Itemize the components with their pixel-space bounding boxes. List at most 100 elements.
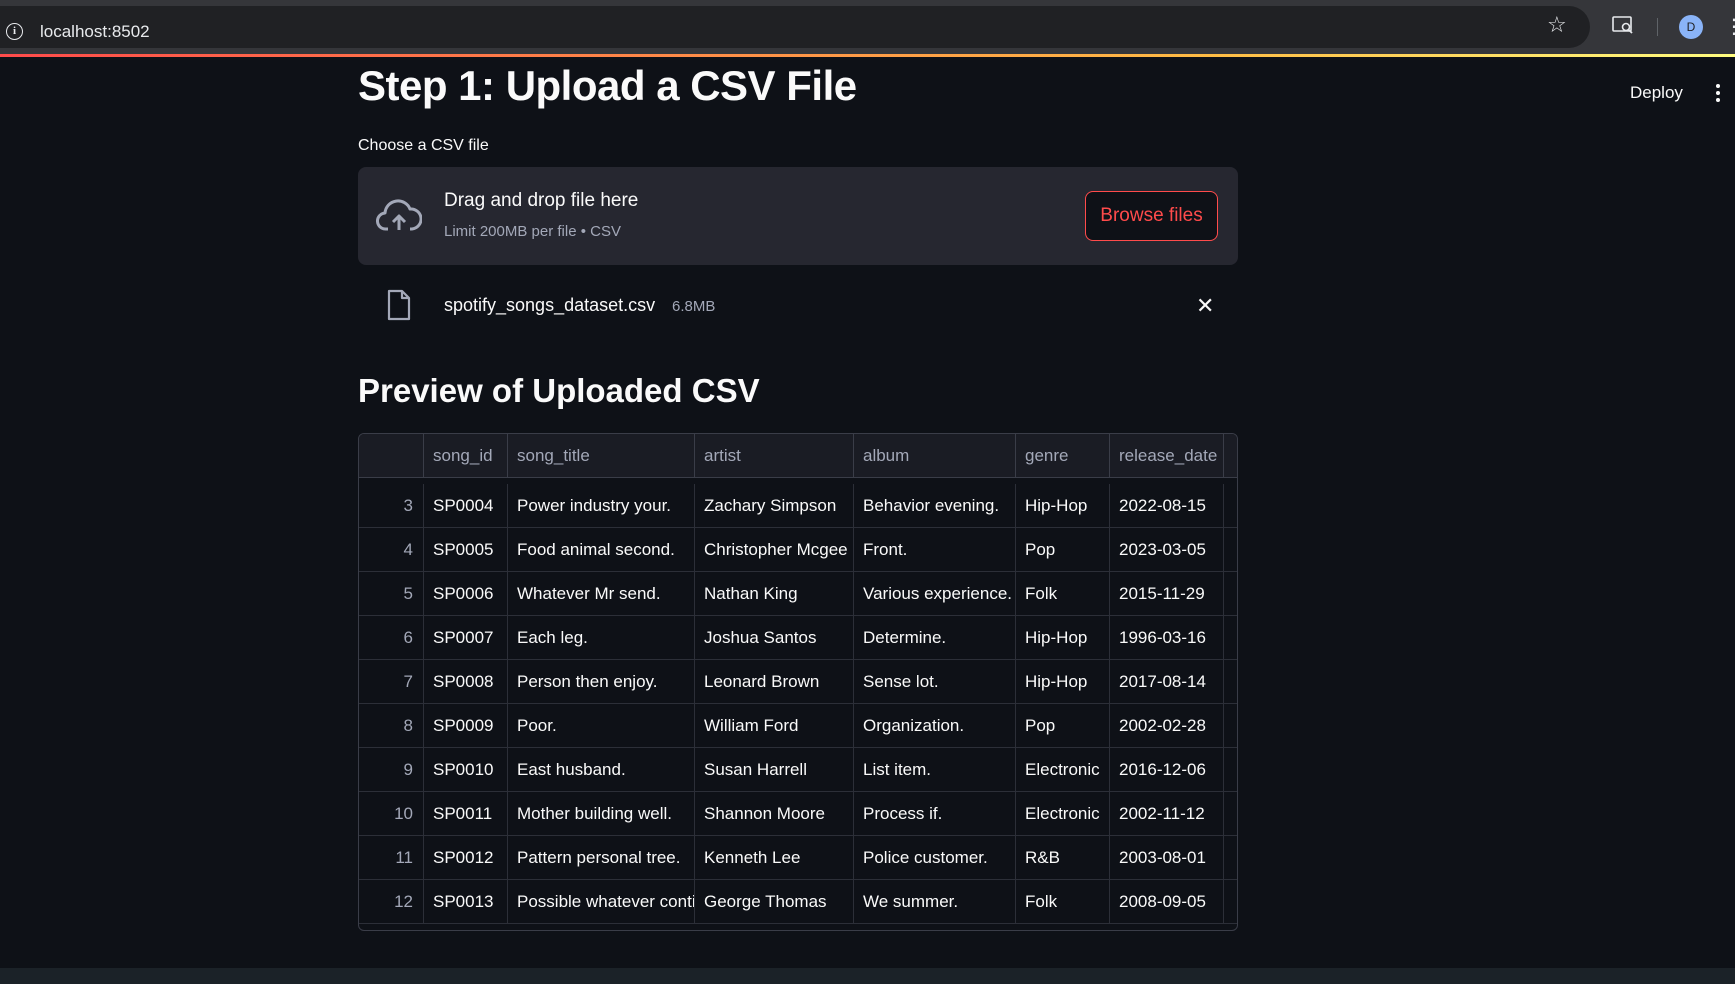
cell-artist[interactable]: Joshua Santos <box>695 616 854 660</box>
cell-genre[interactable]: Pop <box>1016 704 1110 748</box>
cell-album[interactable]: Behavior evening. <box>854 484 1016 528</box>
cell-genre[interactable]: Hip-Hop <box>1016 660 1110 704</box>
cell-artist[interactable]: Nathan King <box>695 572 854 616</box>
cell-genre[interactable]: Electronic <box>1016 748 1110 792</box>
file-dropzone[interactable]: Drag and drop file here Limit 200MB per … <box>358 167 1238 265</box>
cell-release-date[interactable]: 2022-08-15 <box>1110 484 1224 528</box>
cell-album[interactable]: We summer. <box>854 880 1016 924</box>
cell-release-date[interactable]: 2008-09-05 <box>1110 880 1224 924</box>
cell-album[interactable]: Various experience. <box>854 572 1016 616</box>
data-table[interactable]: song_id song_title artist album genre re… <box>358 433 1238 931</box>
cell-index[interactable]: 9 <box>359 748 424 792</box>
url-text[interactable]: localhost:8502 <box>40 22 150 42</box>
column-header-song-id[interactable]: song_id <box>424 434 508 478</box>
cell-release-date[interactable]: 2003-08-01 <box>1110 836 1224 880</box>
profile-avatar[interactable]: D <box>1679 15 1703 39</box>
cell-song-id[interactable]: SP0004 <box>424 484 508 528</box>
cell-song-title[interactable]: Pattern personal tree. <box>508 836 695 880</box>
table-row[interactable]: 4 SP0005 Food animal second. Christopher Mc… <box>359 528 1237 572</box>
cell-genre[interactable]: Pop <box>1016 528 1110 572</box>
cell-song-title[interactable]: Mother building well. <box>508 792 695 836</box>
cell-song-id[interactable]: SP0009 <box>424 704 508 748</box>
table-row[interactable]: 7 SP0008 Person then enjoy. Leonard Brown Se… <box>359 660 1237 704</box>
column-header-artist[interactable]: artist <box>695 434 854 478</box>
cell-index[interactable]: 10 <box>359 792 424 836</box>
browse-files-button[interactable]: Browse files <box>1085 191 1218 241</box>
table-row[interactable]: 6 SP0007 Each leg. Joshua Santos Determine. H… <box>359 616 1237 660</box>
info-icon[interactable]: i <box>6 23 23 40</box>
close-icon[interactable]: ✕ <box>1196 293 1214 319</box>
table-row[interactable]: 3 SP0004 Power industry your. Zachary Simps… <box>359 484 1237 528</box>
star-icon[interactable]: ☆ <box>1547 12 1567 38</box>
cell-release-date[interactable]: 2002-02-28 <box>1110 704 1224 748</box>
cell-album[interactable]: Sense lot. <box>854 660 1016 704</box>
cell-genre[interactable]: Hip-Hop <box>1016 484 1110 528</box>
cell-artist[interactable]: Susan Harrell <box>695 748 854 792</box>
cell-song-title[interactable]: Power industry your. <box>508 484 695 528</box>
cell-release-date[interactable]: 2015-11-29 <box>1110 572 1224 616</box>
cell-song-id[interactable]: SP0012 <box>424 836 508 880</box>
cell-song-title[interactable]: East husband. <box>508 748 695 792</box>
cell-song-title[interactable]: Poor. <box>508 704 695 748</box>
cell-album[interactable]: Front. <box>854 528 1016 572</box>
cell-album[interactable]: Police customer. <box>854 836 1016 880</box>
cell-genre[interactable]: Folk <box>1016 880 1110 924</box>
cell-index[interactable]: 11 <box>359 836 424 880</box>
cell-song-title[interactable]: Possible whatever contir <box>508 880 695 924</box>
cell-artist[interactable]: Shannon Moore <box>695 792 854 836</box>
cell-release-date[interactable]: 1996-03-16 <box>1110 616 1224 660</box>
cell-song-id[interactable]: SP0007 <box>424 616 508 660</box>
table-row[interactable]: 9 SP0010 East husband. Susan Harrell List it… <box>359 748 1237 792</box>
cell-artist[interactable]: Zachary Simpson <box>695 484 854 528</box>
cell-song-id[interactable]: SP0011 <box>424 792 508 836</box>
cell-song-title[interactable]: Whatever Mr send. <box>508 572 695 616</box>
search-tab-icon[interactable] <box>1612 15 1634 35</box>
deploy-button[interactable]: Deploy <box>1630 83 1683 103</box>
cell-song-title[interactable]: Food animal second. <box>508 528 695 572</box>
table-row[interactable]: 8 SP0009 Poor. William Ford Organization. Pop… <box>359 704 1237 748</box>
cell-release-date[interactable]: 2002-11-12 <box>1110 792 1224 836</box>
cell-release-date[interactable]: 2016-12-06 <box>1110 748 1224 792</box>
cell-song-title[interactable]: Person then enjoy. <box>508 660 695 704</box>
cell-index[interactable]: 5 <box>359 572 424 616</box>
cell-artist[interactable]: William Ford <box>695 704 854 748</box>
cell-artist[interactable]: Christopher Mcgee <box>695 528 854 572</box>
cell-song-id[interactable]: SP0008 <box>424 660 508 704</box>
cell-album[interactable]: Determine. <box>854 616 1016 660</box>
cell-genre[interactable]: Hip-Hop <box>1016 616 1110 660</box>
cell-genre[interactable]: Electronic <box>1016 792 1110 836</box>
cell-song-id[interactable]: SP0006 <box>424 572 508 616</box>
column-header-index[interactable] <box>359 434 424 478</box>
table-row[interactable]: 11 SP0012 Pattern personal tree. Kenneth Le… <box>359 836 1237 880</box>
table-row[interactable]: 5 SP0006 Whatever Mr send. Nathan King Vario… <box>359 572 1237 616</box>
cell-index[interactable]: 6 <box>359 616 424 660</box>
cell-release-date[interactable]: 2023-03-05 <box>1110 528 1224 572</box>
address-bar[interactable]: i localhost:8502 <box>0 6 1590 48</box>
cell-index[interactable]: 12 <box>359 880 424 924</box>
more-menu-icon[interactable]: ⋮ <box>1724 14 1735 39</box>
column-header-genre[interactable]: genre <box>1016 434 1110 478</box>
cell-album[interactable]: Organization. <box>854 704 1016 748</box>
cell-genre[interactable]: R&B <box>1016 836 1110 880</box>
cell-release-date[interactable]: 2017-08-14 <box>1110 660 1224 704</box>
cell-artist[interactable]: Kenneth Lee <box>695 836 854 880</box>
cell-index[interactable]: 3 <box>359 484 424 528</box>
table-row[interactable]: 10 SP0011 Mother building well. Shannon Moo… <box>359 792 1237 836</box>
cell-song-id[interactable]: SP0010 <box>424 748 508 792</box>
column-header-release-date[interactable]: release_date <box>1110 434 1224 478</box>
cell-song-id[interactable]: SP0005 <box>424 528 508 572</box>
cell-genre[interactable]: Folk <box>1016 572 1110 616</box>
cell-album[interactable]: Process if. <box>854 792 1016 836</box>
cell-artist[interactable]: George Thomas <box>695 880 854 924</box>
cell-index[interactable]: 8 <box>359 704 424 748</box>
column-header-album[interactable]: album <box>854 434 1016 478</box>
cell-song-title[interactable]: Each leg. <box>508 616 695 660</box>
cell-index[interactable]: 7 <box>359 660 424 704</box>
cell-album[interactable]: List item. <box>854 748 1016 792</box>
cell-artist[interactable]: Leonard Brown <box>695 660 854 704</box>
main-menu-icon[interactable] <box>1716 84 1722 105</box>
cell-song-id[interactable]: SP0013 <box>424 880 508 924</box>
column-header-song-title[interactable]: song_title <box>508 434 695 478</box>
table-row[interactable]: 12 SP0013 Possible whatever contir George T… <box>359 880 1237 924</box>
cell-index[interactable]: 4 <box>359 528 424 572</box>
